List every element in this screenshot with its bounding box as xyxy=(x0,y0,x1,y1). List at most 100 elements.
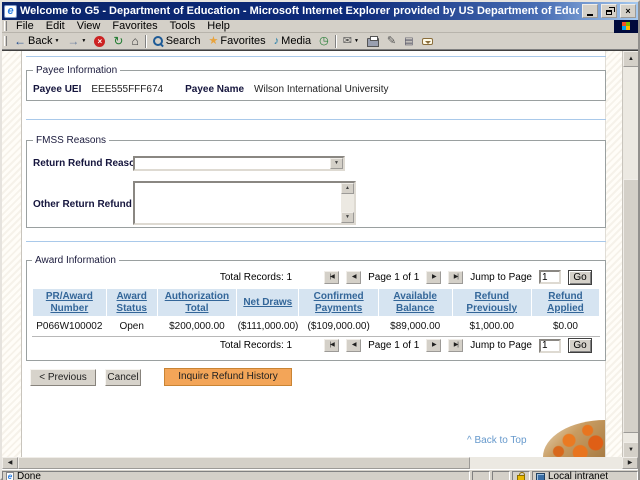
favorites-button[interactable]: ★ Favorites xyxy=(205,34,270,49)
page-left-margin xyxy=(2,51,22,457)
media-icon: ♪ xyxy=(273,34,280,47)
print-button[interactable] xyxy=(363,34,383,49)
jump-to-page-label: Jump to Page xyxy=(470,340,532,351)
return-refund-reason-value xyxy=(135,158,330,169)
scroll-up-icon[interactable]: ▲ xyxy=(341,183,354,194)
section-divider xyxy=(26,241,606,242)
payee-row: Payee UEI EEE555FFF674 Payee Name Wilson… xyxy=(33,84,599,95)
menu-edit[interactable]: Edit xyxy=(40,20,71,33)
stop-button[interactable]: × xyxy=(90,34,109,49)
restore-button[interactable] xyxy=(601,4,617,18)
first-page-button[interactable]: |◀ xyxy=(324,339,340,352)
header-confirmed-payments[interactable]: Confirmed Payments xyxy=(298,288,379,317)
menu-help[interactable]: Help xyxy=(201,20,236,33)
header-refund-previously[interactable]: Refund Previously xyxy=(451,288,532,317)
back-to-top-link[interactable]: ^ Back to Top xyxy=(467,435,527,446)
textarea-scrollbar[interactable]: ▲ ▼ xyxy=(341,183,354,223)
go-button[interactable]: Go xyxy=(568,338,592,353)
return-refund-reason-row: Return Refund Reason ▼ xyxy=(33,156,599,171)
jump-to-page-input[interactable] xyxy=(539,270,561,284)
other-return-refund-reason-textarea[interactable]: ▲ ▼ xyxy=(133,181,356,225)
vertical-scrollbar-thumb[interactable] xyxy=(623,179,638,433)
scroll-down-icon[interactable]: ▼ xyxy=(341,212,354,223)
forward-dropdown-icon[interactable]: ▼ xyxy=(81,38,86,44)
vertical-scrollbar[interactable]: ▲ ▼ xyxy=(622,51,638,457)
section-divider xyxy=(26,119,606,120)
last-page-button[interactable]: ▶| xyxy=(448,339,464,352)
forward-icon: → xyxy=(67,34,80,48)
menu-file[interactable]: File xyxy=(10,20,40,33)
header-authorization-total[interactable]: Authorization Total xyxy=(156,288,238,317)
payee-name-value: Wilson International University xyxy=(254,84,389,95)
toolbar-separator xyxy=(334,34,337,48)
previous-button[interactable]: < Previous xyxy=(30,368,96,386)
cell-refund-previously: $1,000.00 xyxy=(469,321,514,332)
mail-icon: ✉ xyxy=(342,34,352,47)
status-message-pane: e Done xyxy=(2,471,470,480)
menu-favorites[interactable]: Favorites xyxy=(106,20,163,33)
jump-to-page-input[interactable] xyxy=(539,338,561,353)
select-dropdown-icon[interactable]: ▼ xyxy=(330,158,343,169)
back-button[interactable]: ← Back ▼ xyxy=(10,34,63,49)
other-return-refund-reason-row: Other Return Refund Reason ▲ ▼ xyxy=(33,181,599,225)
forward-button[interactable]: → ▼ xyxy=(63,34,90,49)
menu-tools[interactable]: Tools xyxy=(164,20,202,33)
menu-view[interactable]: View xyxy=(71,20,107,33)
header-refund-applied[interactable]: Refund Applied xyxy=(530,288,601,317)
edit-button[interactable]: ✎ xyxy=(383,34,400,49)
pagination-top: Total Records: 1 |◀ ◀ Page 1 of 1 ▶ ▶| J… xyxy=(32,266,600,288)
menu-grip xyxy=(4,21,7,31)
page-indicator: Page 1 of 1 xyxy=(368,340,420,351)
mail-button[interactable]: ✉ ▼ xyxy=(339,34,363,49)
back-label: Back xyxy=(28,35,53,47)
cancel-button[interactable]: Cancel xyxy=(105,368,141,386)
discuss-button[interactable] xyxy=(418,34,437,49)
scroll-right-icon[interactable]: ▶ xyxy=(622,457,638,469)
back-dropdown-icon[interactable]: ▼ xyxy=(54,38,59,44)
cell-refund-applied: $0.00 xyxy=(552,321,578,332)
next-page-button[interactable]: ▶ xyxy=(426,270,442,284)
toolbar-grip xyxy=(4,36,7,46)
horizontal-scrollbar[interactable]: ◀ ▶ xyxy=(2,457,638,469)
fmss-reasons-legend: FMSS Reasons xyxy=(36,135,107,146)
history-button[interactable]: ◷ xyxy=(315,34,333,49)
favorites-icon: ★ xyxy=(208,34,219,47)
header-available-balance[interactable]: Available Balance xyxy=(377,288,453,317)
scroll-up-icon[interactable]: ▲ xyxy=(623,51,638,67)
last-page-button[interactable]: ▶| xyxy=(448,270,464,284)
search-icon xyxy=(152,35,164,47)
messenger-button[interactable]: ▤ xyxy=(400,34,417,49)
prev-page-button[interactable]: ◀ xyxy=(346,339,362,352)
intranet-zone-icon xyxy=(536,472,545,480)
header-award-status[interactable]: Award Status xyxy=(105,288,158,317)
prev-page-button[interactable]: ◀ xyxy=(346,270,362,284)
home-button[interactable]: ⌂ xyxy=(127,34,142,49)
media-button[interactable]: ♪ Media xyxy=(270,34,315,49)
print-icon xyxy=(366,35,379,47)
other-return-refund-reason-value xyxy=(135,183,341,223)
header-net-draws[interactable]: Net Draws xyxy=(236,288,300,317)
status-bar: e Done Local intranet xyxy=(2,469,638,480)
cell-confirmed-payments: ($109,000.00) xyxy=(307,321,370,332)
toolbar: ← Back ▼ → ▼ × ↻ ⌂ Search ★ Favorites ♪ … xyxy=(2,33,638,50)
first-page-button[interactable]: |◀ xyxy=(324,270,340,284)
scroll-left-icon[interactable]: ◀ xyxy=(2,457,18,469)
discuss-icon xyxy=(421,38,433,45)
minimize-button[interactable] xyxy=(582,4,598,18)
scroll-down-icon[interactable]: ▼ xyxy=(623,442,638,457)
search-button[interactable]: Search xyxy=(149,34,205,49)
mail-dropdown-icon[interactable]: ▼ xyxy=(354,38,359,44)
close-button[interactable]: × xyxy=(620,4,636,18)
next-page-button[interactable]: ▶ xyxy=(426,339,442,352)
security-zone-label: Local intranet xyxy=(548,471,609,480)
go-button[interactable]: Go xyxy=(568,269,592,285)
cell-available-balance: $89,000.00 xyxy=(390,321,441,332)
other-return-refund-reason-label: Other Return Refund Reason xyxy=(33,198,171,210)
horizontal-scrollbar-thumb[interactable] xyxy=(18,457,470,469)
award-information-section: Award Information Total Records: 1 |◀ ◀ … xyxy=(26,255,606,361)
inquire-refund-history-button[interactable]: Inquire Refund History xyxy=(164,368,292,386)
header-pr-award-number[interactable]: PR/Award Number xyxy=(32,288,107,317)
refresh-button[interactable]: ↻ xyxy=(109,34,127,49)
cell-authorization-total: $200,000.00 xyxy=(169,321,225,332)
return-refund-reason-select[interactable]: ▼ xyxy=(133,156,345,171)
